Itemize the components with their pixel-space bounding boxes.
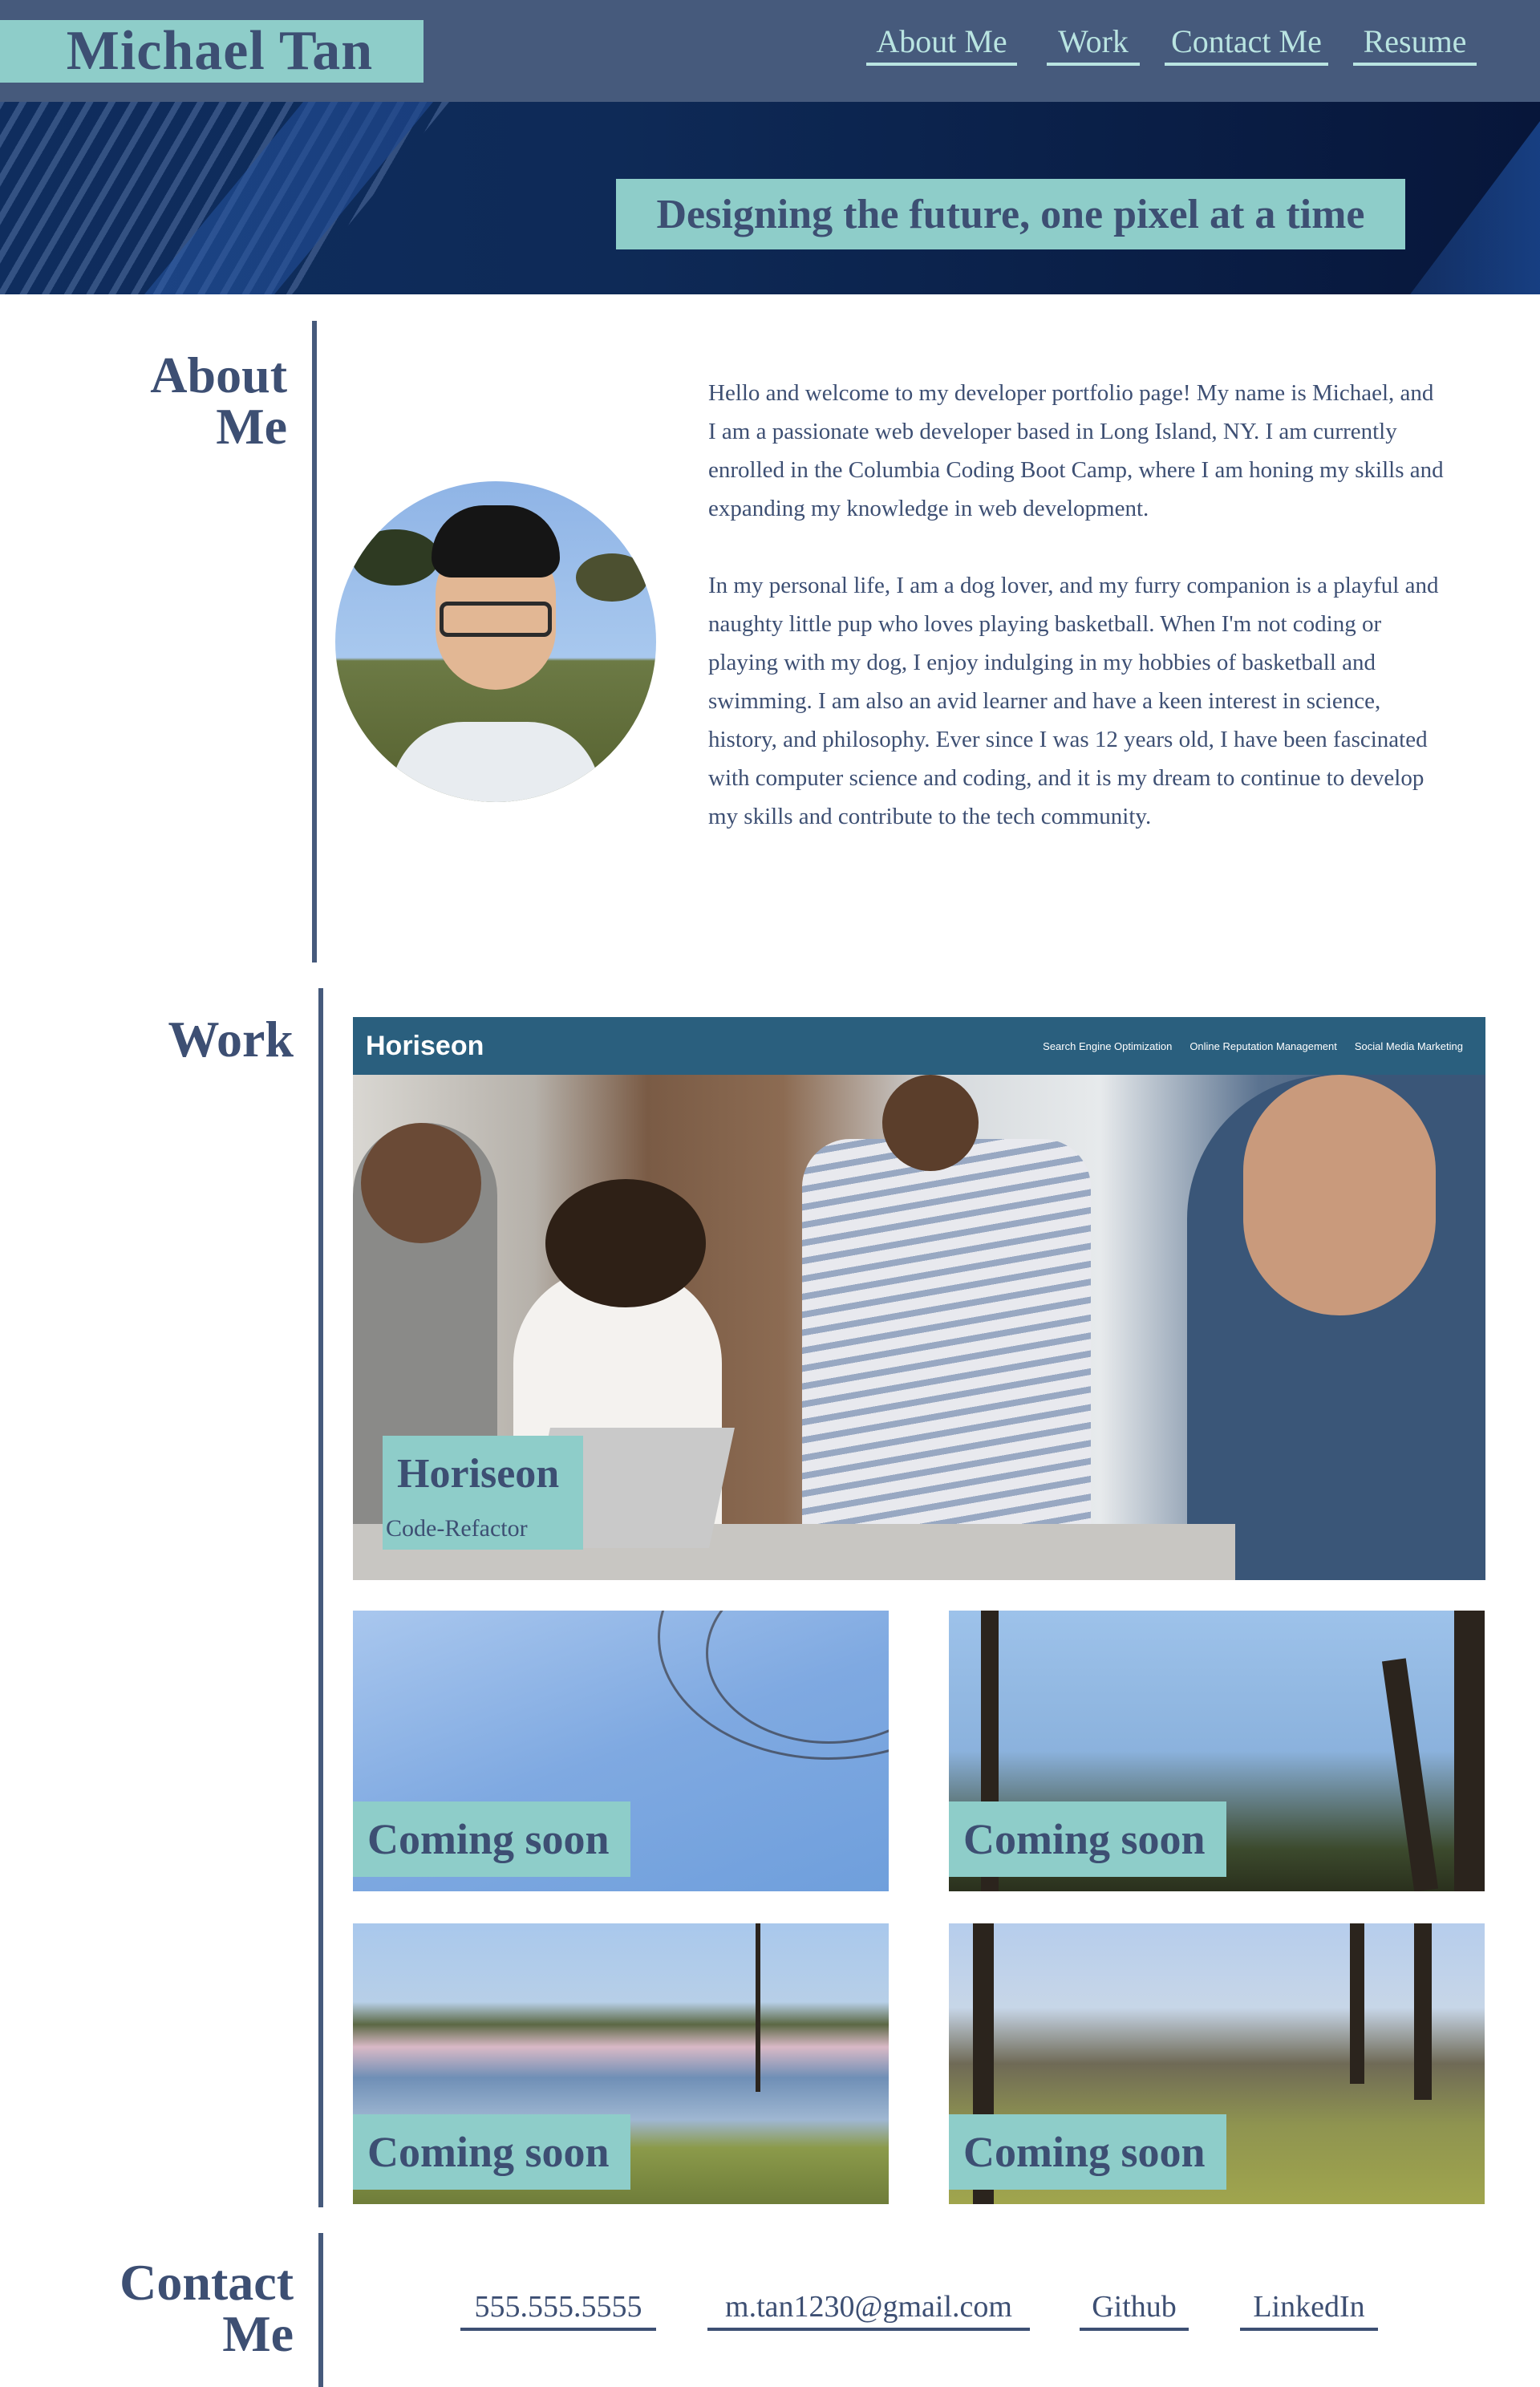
photo-trunk bbox=[1454, 1611, 1485, 1891]
linkedin-link[interactable]: LinkedIn bbox=[1240, 2288, 1378, 2331]
horiseon-screenshot-header: Horiseon Search Engine Optimization Onli… bbox=[353, 1017, 1485, 1075]
site-logo[interactable]: Michael Tan bbox=[0, 20, 424, 83]
photo-person-head bbox=[882, 1075, 979, 1171]
site-name: Michael Tan bbox=[66, 20, 374, 82]
email-link[interactable]: m.tan1230@gmail.com bbox=[707, 2288, 1030, 2331]
coming-soon-label: Coming soon bbox=[353, 2114, 630, 2190]
phone-link[interactable]: 555.555.5555 bbox=[460, 2288, 656, 2331]
nav-contact-me[interactable]: Contact Me bbox=[1165, 22, 1328, 66]
contact-heading-line2: Me bbox=[222, 2305, 294, 2362]
about-heading-line1: About bbox=[150, 346, 287, 403]
horiseon-nav-item: Search Engine Optimization bbox=[1043, 1040, 1173, 1052]
about-paragraph: In my personal life, I am a dog lover, a… bbox=[708, 573, 1439, 829]
about-text: Hello and welcome to my developer portfo… bbox=[708, 374, 1446, 874]
site-header: Michael Tan About Me Work Contact Me Res… bbox=[0, 0, 1540, 102]
photo-person-head bbox=[1243, 1075, 1436, 1315]
photo-shirt bbox=[391, 722, 600, 802]
project-tile[interactable]: Coming soon bbox=[949, 1611, 1485, 1891]
photo-trunk bbox=[1414, 1923, 1432, 2100]
nav-about-me[interactable]: About Me bbox=[866, 22, 1017, 66]
project-tile[interactable]: Coming soon bbox=[949, 1923, 1485, 2204]
horiseon-nav-item: Online Reputation Management bbox=[1189, 1040, 1337, 1052]
nav-work[interactable]: Work bbox=[1047, 22, 1140, 66]
photo-person-head bbox=[361, 1123, 481, 1243]
work-divider bbox=[318, 988, 323, 2207]
about-heading: About Me bbox=[112, 350, 287, 452]
photo-trunk bbox=[1381, 1658, 1439, 1891]
project-tile[interactable]: Coming soon bbox=[353, 1611, 889, 1891]
photo-tree bbox=[351, 529, 440, 586]
horiseon-subtitle: Code-Refactor bbox=[386, 1515, 528, 1542]
horiseon-nav-item: Social Media Marketing bbox=[1354, 1040, 1463, 1052]
photo-person bbox=[802, 1139, 1091, 1524]
work-heading: Work bbox=[168, 1011, 294, 1068]
contact-divider bbox=[318, 2233, 323, 2387]
nav-resume[interactable]: Resume bbox=[1353, 22, 1477, 66]
photo-person-head bbox=[545, 1179, 706, 1307]
horiseon-logo: Horiseon bbox=[366, 1030, 484, 1061]
horiseon-screenshot-nav: Search Engine Optimization Online Reputa… bbox=[1043, 1040, 1463, 1052]
photo-hair bbox=[432, 505, 560, 578]
contact-heading-line1: Contact bbox=[120, 2254, 294, 2311]
photo-trunk bbox=[1350, 1923, 1364, 2084]
about-heading-line2: Me bbox=[216, 398, 287, 455]
project-tile[interactable]: Coming soon bbox=[353, 1923, 889, 2204]
horiseon-title: Horiseon bbox=[397, 1451, 560, 1497]
coming-soon-label: Coming soon bbox=[949, 1801, 1226, 1877]
horiseon-caption[interactable]: Horiseon Code-Refactor bbox=[383, 1436, 583, 1550]
profile-photo bbox=[335, 481, 656, 802]
hero-slash-decoration bbox=[1410, 121, 1540, 294]
contact-heading: Contact Me bbox=[104, 2257, 294, 2360]
photo-tree bbox=[576, 553, 648, 602]
about-paragraph: Hello and welcome to my developer portfo… bbox=[708, 380, 1444, 521]
photo-glasses bbox=[440, 602, 552, 637]
coming-soon-label: Coming soon bbox=[353, 1801, 630, 1877]
hero-tagline: Designing the future, one pixel at a tim… bbox=[616, 179, 1405, 249]
coming-soon-label: Coming soon bbox=[949, 2114, 1226, 2190]
photo-lamppost bbox=[756, 1923, 760, 2092]
github-link[interactable]: Github bbox=[1080, 2288, 1189, 2331]
about-divider bbox=[312, 321, 317, 962]
